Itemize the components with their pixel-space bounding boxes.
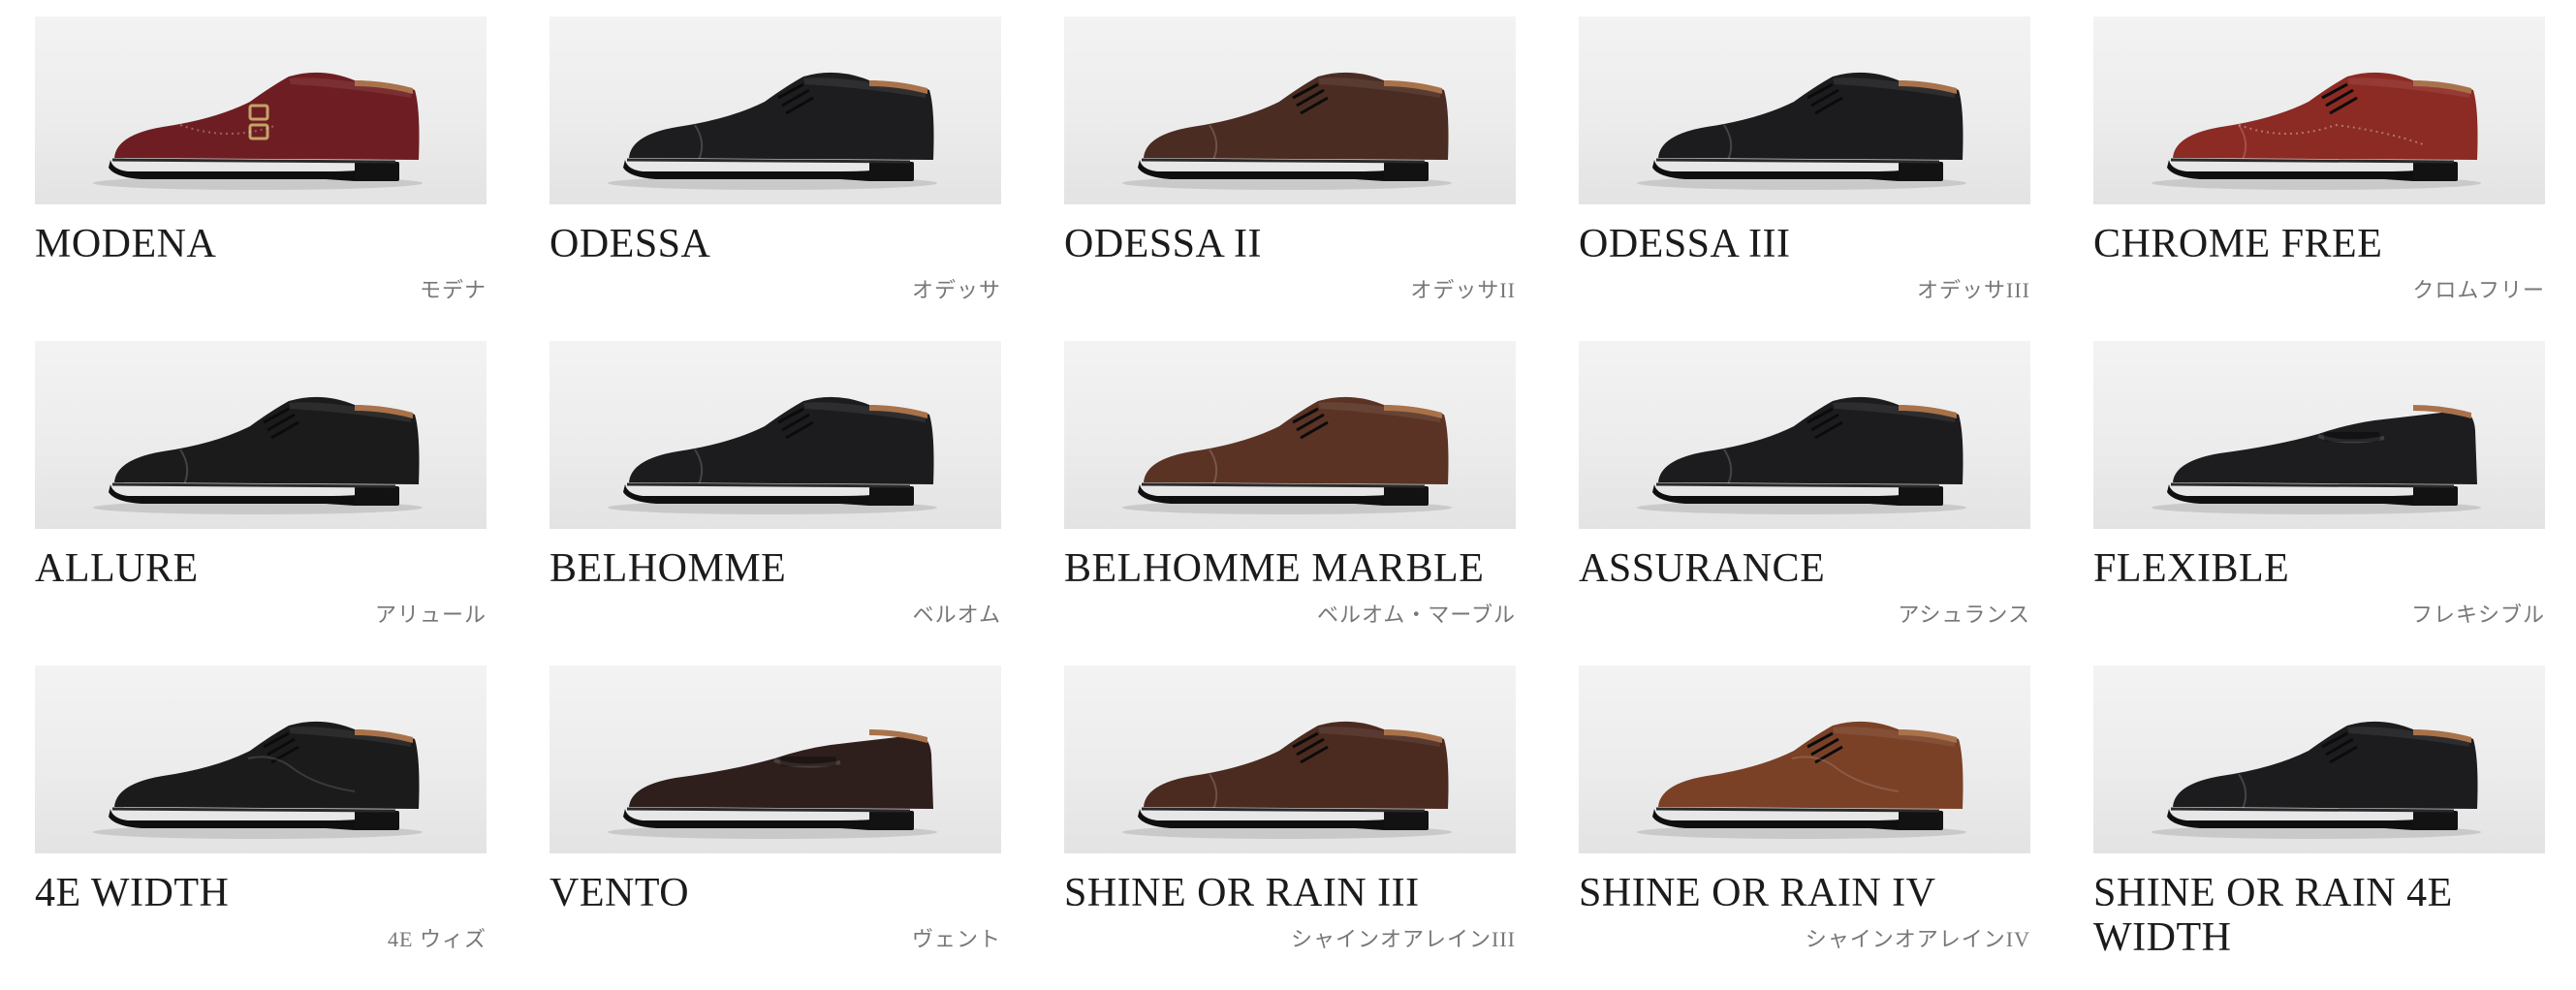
product-name[interactable]: ODESSA: [550, 222, 1001, 266]
product-name-japanese: ヴェント: [911, 927, 1001, 951]
product-card[interactable]: ASSURANCE アシュランス: [1579, 341, 2030, 665]
product-card[interactable]: VENTO ヴェント: [550, 665, 1001, 990]
product-card[interactable]: CHROME FREE クロムフリー: [2093, 16, 2545, 341]
product-name-japanese: オデッサ: [911, 278, 1001, 302]
product-image[interactable]: [1064, 16, 1516, 204]
product-name-japanese: クロムフリー: [2412, 278, 2545, 302]
product-name-japanese: フレキシブル: [2410, 603, 2545, 627]
product-name-japanese: ベルオム: [912, 603, 1001, 627]
product-image[interactable]: [550, 665, 1001, 853]
product-name[interactable]: ASSURANCE: [1579, 546, 2030, 591]
product-name[interactable]: SHINE OR RAIN III: [1064, 871, 1516, 915]
product-image[interactable]: [2093, 665, 2545, 853]
product-name[interactable]: FLEXIBLE: [2093, 546, 2545, 591]
product-image[interactable]: [1064, 341, 1516, 529]
product-name-japanese: シャインオアレインIII: [1291, 927, 1516, 951]
product-image[interactable]: [1064, 665, 1516, 853]
product-image[interactable]: [1579, 665, 2030, 853]
product-card[interactable]: FLEXIBLE フレキシブル: [2093, 341, 2545, 665]
product-card[interactable]: BELHOMME MARBLE ベルオム・マーブル: [1064, 341, 1516, 665]
product-image[interactable]: [35, 341, 487, 529]
product-name[interactable]: SHINE OR RAIN IV: [1579, 871, 2030, 915]
product-image[interactable]: [1579, 16, 2030, 204]
product-name[interactable]: ODESSA II: [1064, 222, 1516, 266]
product-name-japanese: ベルオム・マーブル: [1316, 603, 1516, 627]
product-name-japanese: 4E ウィズ: [388, 927, 487, 951]
product-card[interactable]: ODESSA III オデッサIII: [1579, 16, 2030, 341]
product-name-japanese: アシュランス: [1898, 603, 2030, 627]
product-name-japanese: シャインオアレインIV: [1805, 927, 2030, 951]
product-image[interactable]: [2093, 341, 2545, 529]
product-grid: MODENA モデナ ODESSA オデッサ ODESSA II オデッサII ODESSA…: [35, 16, 2545, 990]
product-name[interactable]: VENTO: [550, 871, 1001, 915]
product-name-japanese: モデナ: [419, 278, 487, 302]
product-card[interactable]: SHINE OR RAIN IV シャインオアレインIV: [1579, 665, 2030, 990]
product-card[interactable]: ALLURE アリュール: [35, 341, 487, 665]
product-name[interactable]: 4E WIDTH: [35, 871, 487, 915]
product-card[interactable]: 4E WIDTH 4E ウィズ: [35, 665, 487, 990]
product-card[interactable]: ODESSA オデッサ: [550, 16, 1001, 341]
product-name[interactable]: BELHOMME: [550, 546, 1001, 591]
product-name[interactable]: MODENA: [35, 222, 487, 266]
product-name[interactable]: ODESSA III: [1579, 222, 2030, 266]
product-name[interactable]: CHROME FREE: [2093, 222, 2545, 266]
product-image[interactable]: [550, 16, 1001, 204]
product-name[interactable]: ALLURE: [35, 546, 487, 591]
product-image[interactable]: [550, 341, 1001, 529]
product-name-japanese: アリュール: [374, 603, 487, 627]
product-name-japanese: オデッサII: [1410, 278, 1516, 302]
product-image[interactable]: [1579, 341, 2030, 529]
product-image[interactable]: [2093, 16, 2545, 204]
product-card[interactable]: ODESSA II オデッサII: [1064, 16, 1516, 341]
product-card[interactable]: MODENA モデナ: [35, 16, 487, 341]
product-image[interactable]: [35, 665, 487, 853]
product-name-japanese: オデッサIII: [1917, 278, 2030, 302]
product-card[interactable]: BELHOMME ベルオム: [550, 341, 1001, 665]
product-image[interactable]: [35, 16, 487, 204]
product-card[interactable]: SHINE OR RAIN 4E WIDTH: [2093, 665, 2545, 990]
product-card[interactable]: SHINE OR RAIN III シャインオアレインIII: [1064, 665, 1516, 990]
product-name[interactable]: SHINE OR RAIN 4E WIDTH: [2093, 871, 2545, 960]
product-name[interactable]: BELHOMME MARBLE: [1064, 546, 1516, 591]
